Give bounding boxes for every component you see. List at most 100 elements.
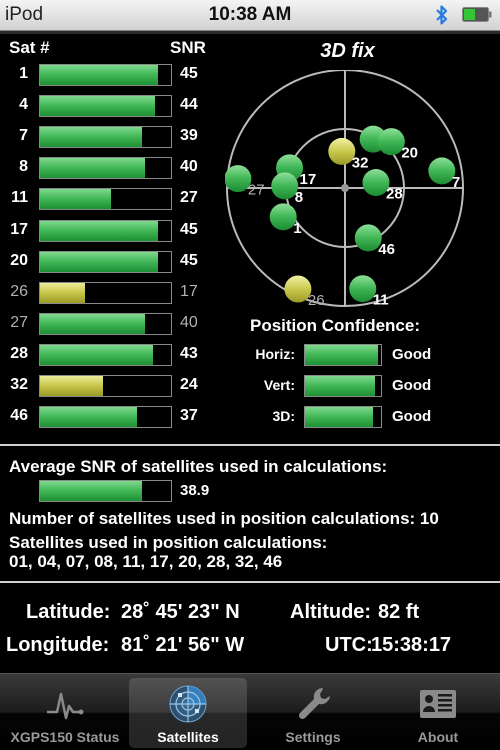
satellite-marker: 1 (269, 203, 302, 237)
satellite-marker: 7 (428, 157, 460, 191)
contact-card-icon (420, 690, 456, 718)
battery-icon (462, 7, 492, 22)
snr-bar (39, 406, 172, 429)
snr-bar (39, 281, 172, 304)
pulse-icon (47, 692, 84, 720)
snr-bar-fill (40, 344, 153, 365)
satellite-label: 1 (293, 220, 301, 237)
confidence-bar-fill (305, 376, 375, 396)
avg-snr-fill (40, 481, 143, 501)
sat-number: 1 (19, 65, 28, 82)
confidence-bar (304, 344, 382, 366)
tab-label: Satellites (157, 729, 219, 745)
divider (0, 581, 500, 583)
bluetooth-icon (436, 5, 448, 25)
satellite-label: 7 (452, 174, 460, 191)
tab-satellites[interactable]: Satellites (129, 678, 247, 748)
satellite-label: 28 (386, 186, 403, 203)
utc-label: UTC: (325, 634, 373, 656)
tab-about[interactable]: About (379, 678, 497, 748)
snr-bar (39, 188, 172, 211)
snr-row: 7 39 (0, 123, 230, 154)
confidence-value: Good (392, 346, 432, 363)
satellite-label: 8 (295, 189, 303, 206)
sat-column-header: Sat # (9, 38, 50, 57)
satellite-label: 20 (401, 145, 418, 162)
confidence-row: Vert: Good (240, 372, 500, 400)
snr-bar (39, 95, 172, 118)
snr-row: 46 37 (0, 403, 230, 434)
satellite-marker: 27 (225, 165, 265, 199)
tab-xgps150-status[interactable]: XGPS150 Status (6, 678, 124, 748)
snr-bar (39, 219, 172, 242)
satellite-label: 32 (352, 154, 369, 171)
snr-bar-fill (40, 127, 143, 148)
snr-value: 17 (180, 282, 198, 300)
longitude-label: Longitude: (6, 634, 110, 656)
confidence-label: 3D: (272, 408, 295, 424)
snr-value: 24 (180, 376, 198, 393)
snr-row: 17 45 (0, 217, 230, 248)
sat-number: 11 (11, 189, 28, 207)
snr-value: 40 (180, 313, 198, 331)
snr-row: 8 40 (0, 154, 230, 185)
snr-bar (39, 250, 172, 273)
snr-row: 27 40 (0, 310, 230, 341)
divider (0, 444, 500, 446)
snr-bar-fill (40, 65, 158, 85)
latitude-value: 28˚ 45' 23" N (121, 601, 240, 623)
sats-used-list: 01, 04, 07, 08, 11, 17, 20, 28, 32, 46 (9, 552, 283, 571)
avg-snr-value: 38.9 (180, 482, 210, 499)
sats-used-label: Satellites used in position calculations… (9, 533, 328, 552)
satellite-marker: 46 (354, 224, 395, 258)
snr-bar-fill (40, 313, 145, 334)
snr-value: 45 (180, 251, 198, 269)
snr-bar-fill (40, 220, 158, 241)
snr-value: 45 (180, 65, 198, 82)
wrench-icon (298, 688, 330, 720)
snr-row: 11 27 (0, 185, 230, 216)
latitude-label: Latitude: (26, 601, 111, 623)
utc-value: 15:38:17 (371, 634, 452, 656)
tab-settings[interactable]: Settings (254, 678, 372, 748)
snr-bar (39, 126, 172, 149)
fix-status: 3D fix (320, 40, 375, 62)
zenith-dot (341, 184, 349, 192)
snr-value: 43 (180, 344, 198, 362)
snr-bar-fill (40, 282, 85, 303)
snr-value: 44 (180, 96, 198, 114)
sat-number: 8 (19, 158, 28, 176)
snr-bar (39, 157, 172, 180)
sat-number: 28 (10, 344, 28, 362)
sat-number: 27 (10, 313, 28, 331)
confidence-value: Good (392, 377, 432, 394)
snr-row: 4 44 (0, 92, 230, 123)
snr-bar-fill (40, 407, 137, 428)
sat-number: 46 (10, 407, 28, 425)
satellite-label: 11 (373, 292, 389, 309)
snr-row: 1 45 (0, 61, 230, 92)
longitude-value: 81˚ 21' 56" W (121, 634, 245, 656)
snr-row: 32 24 (0, 372, 230, 403)
confidence-bar-fill (305, 345, 378, 365)
satellite-label: 17 (300, 171, 317, 188)
satellite-marker: 26 (284, 275, 325, 309)
altitude-label: Altitude: (290, 601, 372, 623)
avg-snr-bar (39, 480, 172, 502)
tab-label: About (417, 729, 459, 745)
tab-bar: XGPS150 Status Satellites Settings About (0, 673, 500, 750)
snr-bar (39, 312, 172, 335)
snr-value: 27 (180, 189, 198, 207)
snr-bar (39, 375, 172, 397)
snr-bar (39, 343, 172, 366)
avg-snr-label: Average SNR of satellites used in calcul… (9, 457, 388, 476)
snr-bar-fill (40, 158, 145, 179)
snr-bar-fill (40, 376, 103, 396)
snr-row: 26 17 (0, 279, 230, 310)
snr-value: 45 (180, 220, 198, 238)
confidence-title: Position Confidence: (250, 316, 420, 335)
confidence-row: 3D: Good (240, 403, 500, 431)
confidence-bar (304, 406, 382, 428)
snr-bar-fill (40, 96, 156, 117)
snr-row: 20 45 (0, 248, 230, 279)
